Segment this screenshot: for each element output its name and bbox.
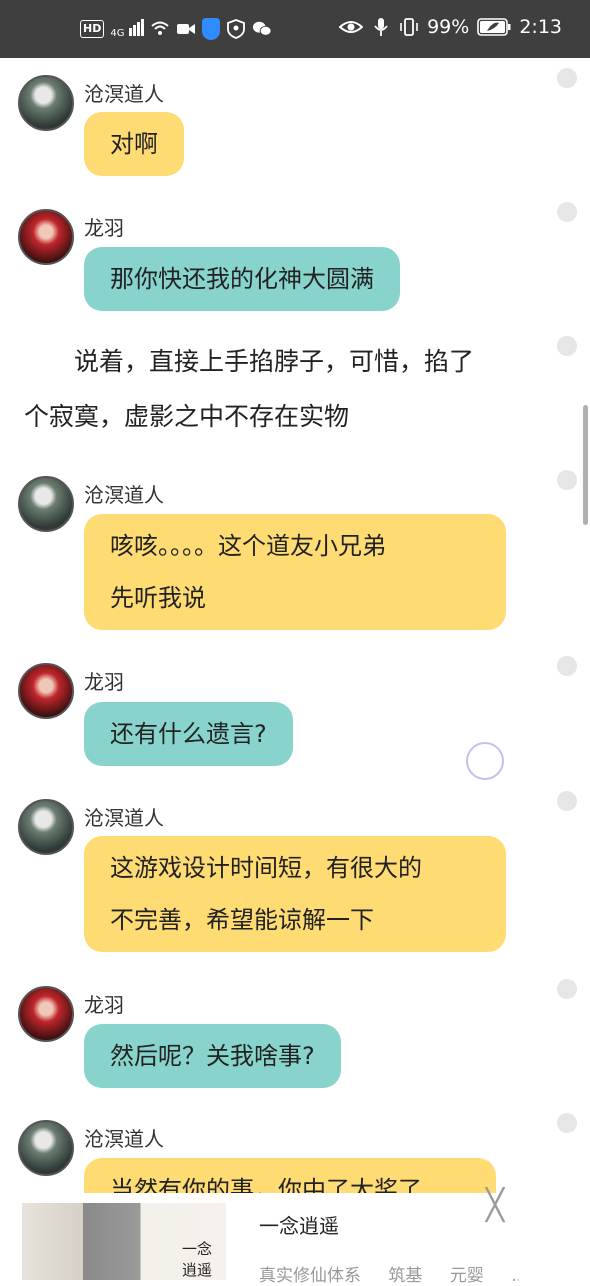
status-left: HD 4G — [80, 18, 272, 40]
mic-icon — [374, 18, 388, 36]
scrollbar-thumb[interactable] — [583, 405, 588, 525]
ad-logo: 一念逍遥 — [182, 1240, 213, 1279]
message-bubble[interactable]: 那你快还我的化神大圆满 — [84, 247, 400, 311]
avatar[interactable] — [18, 1120, 74, 1176]
battery-percent: 99% — [427, 16, 470, 38]
speaker-name: 沧溟道人 — [84, 1127, 164, 1151]
avatar[interactable] — [18, 663, 74, 719]
wifi-icon — [150, 21, 169, 35]
network-label: 4G — [110, 28, 125, 39]
select-dot[interactable] — [557, 68, 577, 88]
ad-tag: 真实修仙体系 — [259, 1266, 361, 1286]
message-line: 这游戏设计时间短，有很大的 — [110, 854, 422, 882]
narration-line: 个寂寞，虚影之中不存在实物 — [24, 402, 350, 431]
select-dot[interactable] — [557, 791, 577, 811]
message-bubble[interactable]: 咳咳。。。。这个道友小兄弟 先听我说 — [84, 514, 506, 630]
ad-title[interactable]: 一念逍遥 — [259, 1210, 339, 1239]
message-line: 咳咳。。。。这个道友小兄弟 — [110, 532, 386, 560]
avatar[interactable] — [18, 75, 74, 131]
status-bar: HD 4G 99% 2:13 — [0, 0, 590, 58]
avatar[interactable] — [18, 209, 74, 265]
avatar[interactable] — [18, 476, 74, 532]
speaker-name: 龙羽 — [84, 993, 124, 1017]
message-bubble[interactable]: 还有什么遗言? — [84, 702, 293, 766]
status-right: 99% 2:13 — [339, 16, 562, 38]
signal-4g-icon: 4G — [110, 19, 144, 39]
video-icon — [176, 24, 195, 34]
speaker-name: 龙羽 — [84, 216, 124, 240]
message-line: 那你快还我的化神大圆满 — [110, 265, 374, 293]
select-dot[interactable] — [557, 470, 577, 490]
ad-image[interactable]: 一念逍遥 — [22, 1203, 226, 1280]
vibrate-icon — [400, 18, 418, 36]
message-bubble[interactable]: 对啊 — [84, 112, 184, 176]
narration-text[interactable]: 说着，直接上手掐脖子，可惜，掐了 个寂寞，虚影之中不存在实物 — [24, 334, 544, 444]
avatar[interactable] — [18, 986, 74, 1042]
message-line: 对啊 — [110, 130, 158, 158]
select-dot[interactable] — [557, 979, 577, 999]
ad-tag: ... — [511, 1266, 519, 1286]
select-dot[interactable] — [557, 1113, 577, 1133]
message-line: 当然有你的事，你中了大奖了 — [110, 1176, 422, 1193]
message-line: 先听我说 — [110, 584, 206, 612]
avatar[interactable] — [18, 799, 74, 855]
speaker-name: 龙羽 — [84, 670, 124, 694]
shield-icon — [201, 18, 220, 40]
message-line: 不完善，希望能谅解一下 — [110, 906, 374, 934]
select-dot[interactable] — [557, 656, 577, 676]
ad-tag: 元婴 — [449, 1266, 484, 1286]
floating-assist-button[interactable] — [466, 742, 504, 780]
select-dot[interactable] — [557, 336, 577, 356]
message-line: 然后呢？关我啥事? — [110, 1042, 315, 1070]
privacy-icon — [226, 19, 245, 39]
select-dot[interactable] — [557, 202, 577, 222]
message-bubble[interactable]: 当然有你的事，你中了大奖了 — [84, 1158, 496, 1193]
chat-area[interactable]: 沧溟道人 对啊 龙羽 那你快还我的化神大圆满 说着，直接上手掐脖子，可惜，掐了 … — [0, 58, 590, 1193]
message-bubble[interactable]: 这游戏设计时间短，有很大的 不完善，希望能谅解一下 — [84, 836, 506, 952]
battery-icon — [477, 18, 511, 36]
clock: 2:13 — [519, 16, 562, 38]
eye-icon — [339, 21, 364, 33]
close-icon[interactable]: ╳ — [486, 1191, 504, 1221]
ad-tags: 真实修仙体系 筑基 元婴 ... — [259, 1261, 519, 1286]
speaker-name: 沧溟道人 — [84, 82, 164, 106]
message-bubble[interactable]: 然后呢？关我啥事? — [84, 1024, 341, 1088]
wechat-icon — [252, 21, 272, 36]
ad-tag: 筑基 — [388, 1266, 423, 1286]
speaker-name: 沧溟道人 — [84, 483, 164, 507]
message-line: 还有什么遗言? — [110, 720, 267, 748]
ad-banner[interactable]: 一念逍遥 一念逍遥 真实修仙体系 筑基 元婴 ... ╳ — [0, 1191, 590, 1286]
narration-line: 说着，直接上手掐脖子，可惜，掐了 — [24, 347, 475, 376]
hd-icon: HD — [80, 20, 105, 38]
speaker-name: 沧溟道人 — [84, 806, 164, 830]
